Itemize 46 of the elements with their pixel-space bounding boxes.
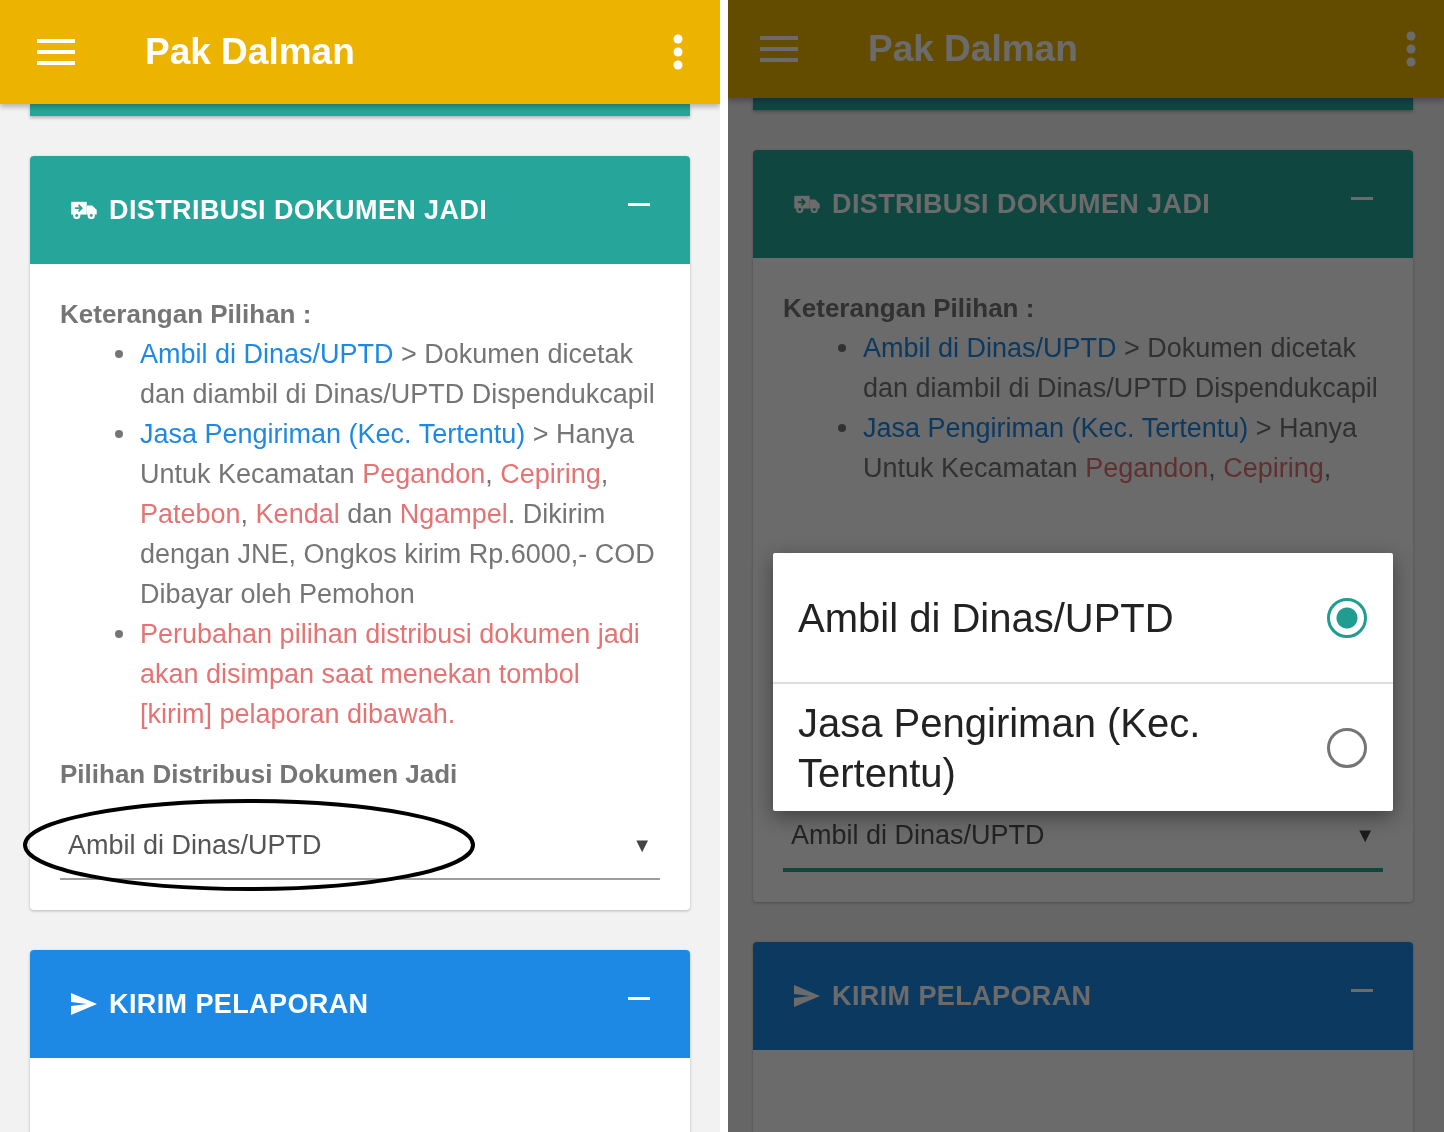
bullet [115, 350, 123, 358]
menu-icon[interactable] [760, 36, 798, 62]
more-options-icon[interactable] [1406, 31, 1416, 67]
menu-icon[interactable] [37, 39, 75, 65]
list-item-text: Perubahan pilihan distribusi dokumen jadi akan disimpan saat menekan tombol [kirim] pelaporan dibawah. [140, 618, 641, 731]
field-label: Pilihan Distribusi Dokumen Jadi [60, 758, 459, 791]
bullet [115, 630, 123, 638]
app-title: Pak Dalman [145, 31, 356, 73]
card-title: KIRIM PELAPORAN [832, 980, 1093, 1012]
truck-icon [70, 200, 98, 220]
dropdown-field[interactable]: Ambil di Dinas/UPTD ▼ [60, 812, 660, 880]
list-item-text: Jasa Pengiriman (Kec. Tertentu) > Hanya Untuk Kecamatan Pegandon, Cepiring, Patebon, Kendal dan Ngampel. Dikirim dengan JNE, Ongkos kirim Rp.6000,- COD Dibayar oleh Pemohon [140, 418, 656, 611]
dropdown-arrow: ▼ [632, 833, 652, 857]
truck-icon [793, 194, 821, 214]
more-options-icon[interactable] [673, 34, 683, 70]
link[interactable]: Jasa Pengiriman (Kec. Tertentu) [863, 413, 1249, 443]
send-icon [793, 984, 821, 1008]
link[interactable]: Ambil di Dinas/UPTD [140, 339, 394, 369]
list-item-text: Ambil di Dinas/UPTD > Dokumen dicetak dan diambil di Dinas/UPTD Dispendukcapil [140, 338, 656, 411]
card-header[interactable]: KIRIM PELAPORAN [753, 942, 1413, 1050]
app-title: Pak Dalman [868, 28, 1079, 70]
collapse-icon[interactable] [628, 202, 650, 206]
bullet [115, 430, 123, 438]
card-title: KIRIM PELAPORAN [109, 988, 370, 1020]
list-item-text: Jasa Pengiriman (Kec. Tertentu) > Hanya Untuk Kecamatan Pegandon, Cepiring, [863, 412, 1358, 485]
list-item-text: Ambil di Dinas/UPTD > Dokumen dicetak dan diambil di Dinas/UPTD Dispendukcapil [863, 332, 1379, 405]
bullet [838, 424, 846, 432]
card-header[interactable]: KIRIM PELAPORAN [30, 950, 690, 1058]
section-heading: Keterangan Pilihan : [60, 298, 313, 331]
dialog-option[interactable]: Jasa Pengiriman (Kec. Tertentu) [773, 682, 1393, 811]
card-header[interactable]: DISTRIBUSI DOKUMEN JADI [30, 156, 690, 264]
dialog-option[interactable]: Ambil di Dinas/UPTD [773, 553, 1393, 682]
collapse-icon[interactable] [628, 996, 650, 1000]
dropdown-arrow: ▼ [1355, 823, 1375, 847]
radio-button[interactable] [1327, 727, 1367, 768]
send-icon [70, 992, 98, 1016]
collapse-icon[interactable] [1351, 988, 1373, 992]
card-title: DISTRIBUSI DOKUMEN JADI [832, 188, 1212, 220]
section-heading: Keterangan Pilihan : [783, 292, 1036, 325]
link[interactable]: Jasa Pengiriman (Kec. Tertentu) [140, 419, 526, 449]
collapse-icon[interactable] [1351, 196, 1373, 200]
card-header[interactable]: DISTRIBUSI DOKUMEN JADI [753, 150, 1413, 258]
bullet [838, 344, 846, 352]
card-title: DISTRIBUSI DOKUMEN JADI [109, 194, 489, 226]
radio-button[interactable] [1327, 597, 1367, 638]
link[interactable]: Ambil di Dinas/UPTD [863, 333, 1117, 363]
